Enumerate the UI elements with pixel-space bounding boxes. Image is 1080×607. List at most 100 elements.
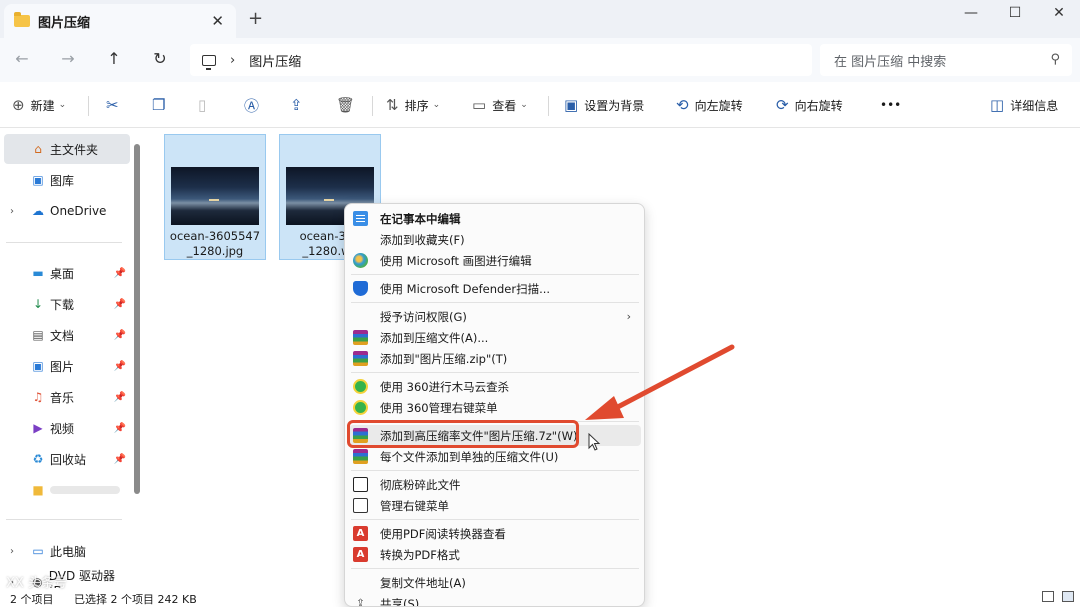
sidebar-item-videos[interactable]: ▶ 视频 📌 xyxy=(4,413,130,443)
search-icon: ⚲ xyxy=(1050,52,1060,67)
menu-item-label: 添加到收藏夹(F) xyxy=(380,232,465,247)
rename-icon: Ⓐ xyxy=(244,96,260,115)
menu-item-label: 使用 360管理右键菜单 xyxy=(380,400,498,415)
folder-icon: ■ xyxy=(32,483,44,497)
pin-icon[interactable]: 📌 xyxy=(114,392,126,403)
menu-item-add-favorites[interactable]: 添加到收藏夹(F) xyxy=(349,229,641,250)
menu-item-edit-notepad[interactable]: 在记事本中编辑 xyxy=(349,208,641,229)
pin-icon[interactable]: 📌 xyxy=(114,454,126,465)
pin-icon[interactable]: 📌 xyxy=(114,423,126,434)
address-row: ← → ↑ ↻ › 图片压缩 在 图片压缩 中搜索 ⚲ xyxy=(0,38,1080,82)
sidebar-item-onedrive[interactable]: › ☁ OneDrive xyxy=(4,196,130,226)
pin-icon[interactable]: 📌 xyxy=(114,361,126,372)
video-icon: ▶ xyxy=(33,421,43,435)
menu-item-label: 共享(S) xyxy=(380,596,420,607)
rename-button[interactable]: Ⓐ xyxy=(244,94,265,116)
menu-divider xyxy=(351,274,639,275)
close-button[interactable]: ✕ xyxy=(1036,2,1080,28)
menu-divider xyxy=(351,519,639,520)
sidebar-item-gallery[interactable]: ▣ 图库 xyxy=(4,165,130,195)
minimize-button[interactable]: — xyxy=(948,2,994,28)
sidebar-item-home[interactable]: ⌂ 主文件夹 xyxy=(4,134,130,164)
scissors-icon: ✂ xyxy=(106,96,119,114)
sidebar-item-music[interactable]: ♫ 音乐 📌 xyxy=(4,382,130,412)
sidebar-item-label: OneDrive xyxy=(50,204,107,218)
sidebar-item-pictures[interactable]: ▣ 图片 📌 xyxy=(4,351,130,381)
sidebar-item-downloads[interactable]: ↓ 下载 📌 xyxy=(4,289,130,319)
menu-item-360-manage[interactable]: 使用 360管理右键菜单 xyxy=(349,397,641,418)
rotate-right-button[interactable]: ⟳ 向右旋转 xyxy=(776,94,843,116)
menu-item-grant-access[interactable]: 授予访问权限(G) › xyxy=(349,306,641,327)
menu-item-shred[interactable]: 彻底粉碎此文件 xyxy=(349,474,641,495)
details-button[interactable]: ◫ 详细信息 xyxy=(990,94,1058,116)
sidebar-item-recycle-bin[interactable]: ♻ 回收站 📌 xyxy=(4,444,130,474)
refresh-icon[interactable]: ↻ xyxy=(148,48,172,72)
breadcrumb[interactable]: 图片压缩 xyxy=(249,51,301,70)
sidebar-item-desktop[interactable]: ▬ 桌面 📌 xyxy=(4,258,130,288)
cut-button[interactable]: ✂ xyxy=(106,94,125,116)
delete-button[interactable]: 🗑 xyxy=(336,94,361,116)
sort-button[interactable]: ⇅ 排序 ⌄ xyxy=(386,94,440,116)
menu-item-label: 使用 360进行木马云查杀 xyxy=(380,379,510,394)
menu-item-defender-scan[interactable]: 使用 Microsoft Defender扫描... xyxy=(349,278,641,299)
search-input[interactable]: 在 图片压缩 中搜索 ⚲ xyxy=(820,44,1072,76)
blank-icon xyxy=(353,575,368,590)
360-icon xyxy=(353,400,368,415)
menu-item-copy-path[interactable]: 复制文件地址(A) xyxy=(349,572,641,593)
paste-button[interactable]: ▯ xyxy=(198,94,212,116)
back-icon[interactable]: ← xyxy=(10,48,34,72)
rotate-right-label: 向右旋转 xyxy=(794,98,843,113)
sidebar-item-label: 图库 xyxy=(50,173,75,188)
new-tab-icon[interactable]: + xyxy=(248,8,263,29)
rotate-left-button[interactable]: ⟲ 向左旋转 xyxy=(676,94,743,116)
up-icon[interactable]: ↑ xyxy=(102,48,126,72)
pin-icon[interactable]: 📌 xyxy=(114,299,126,310)
pin-icon[interactable]: 📌 xyxy=(114,268,126,279)
chevron-right-icon: › xyxy=(626,310,631,323)
chevron-right-icon[interactable]: › xyxy=(10,546,14,557)
divider xyxy=(548,96,549,116)
tab-image-compress[interactable]: 图片压缩 ✕ xyxy=(4,4,236,38)
sidebar-item-this-pc[interactable]: › ▭ 此电脑 xyxy=(4,536,130,566)
sidebar-item-folder-blurred[interactable]: ■ xyxy=(4,475,130,505)
menu-item-label: 在记事本中编辑 xyxy=(380,211,461,226)
menu-item-label: 每个文件添加到单独的压缩文件(U) xyxy=(380,449,559,464)
file-item[interactable]: ocean-3605547 _1280.jpg xyxy=(164,134,266,260)
pin-icon[interactable]: 📌 xyxy=(114,330,126,341)
copy-button[interactable]: ❐ xyxy=(152,94,171,116)
menu-item-add-zip[interactable]: 添加到"图片压缩.zip"(T) xyxy=(349,348,641,369)
menu-item-edit-paint[interactable]: 使用 Microsoft 画图进行编辑 xyxy=(349,250,641,271)
menu-item-360-scan[interactable]: 使用 360进行木马云查杀 xyxy=(349,376,641,397)
sidebar-scrollbar[interactable] xyxy=(134,144,140,494)
menu-item-pdf-view[interactable]: A 使用PDF阅读转换器查看 xyxy=(349,523,641,544)
menu-divider xyxy=(351,302,639,303)
divider xyxy=(6,519,122,520)
details-pane-icon: ◫ xyxy=(990,96,1005,114)
share-button[interactable]: ⇪ xyxy=(290,94,309,116)
new-button[interactable]: ⊕ 新建 ⌄ xyxy=(12,94,66,116)
menu-item-add-archive[interactable]: 添加到压缩文件(A)... xyxy=(349,327,641,348)
shredder-icon xyxy=(353,477,368,492)
forward-icon[interactable]: → xyxy=(56,48,80,72)
view-button[interactable]: ▭ 查看 ⌄ xyxy=(472,94,528,116)
maximize-button[interactable]: ☐ xyxy=(992,2,1038,28)
menu-divider xyxy=(351,568,639,569)
menu-item-label: 使用 Microsoft Defender扫描... xyxy=(380,281,551,296)
address-bar[interactable]: › 图片压缩 xyxy=(190,44,812,76)
chevron-right-icon[interactable]: › xyxy=(10,206,14,217)
sidebar-item-label: 图片 xyxy=(50,359,75,374)
menu-item-manage-menu[interactable]: 管理右键菜单 xyxy=(349,495,641,516)
set-background-button[interactable]: ▣ 设置为背景 xyxy=(564,94,644,116)
menu-item-share[interactable]: ⇪ 共享(S) xyxy=(349,593,641,607)
share-icon: ⇪ xyxy=(290,96,303,114)
details-view-icon[interactable] xyxy=(1042,591,1054,602)
sidebar-item-label: 音乐 xyxy=(50,390,75,405)
large-icons-view-icon[interactable] xyxy=(1062,591,1074,602)
rotate-left-label: 向左旋转 xyxy=(694,98,743,113)
file-name-line: ocean-3605547 xyxy=(169,229,261,243)
sidebar-item-documents[interactable]: ▤ 文档 📌 xyxy=(4,320,130,350)
mouse-cursor-icon xyxy=(588,433,601,451)
tab-close-icon[interactable]: ✕ xyxy=(211,12,224,30)
menu-item-pdf-convert[interactable]: A 转换为PDF格式 xyxy=(349,544,641,565)
more-button[interactable]: ••• xyxy=(880,94,901,116)
